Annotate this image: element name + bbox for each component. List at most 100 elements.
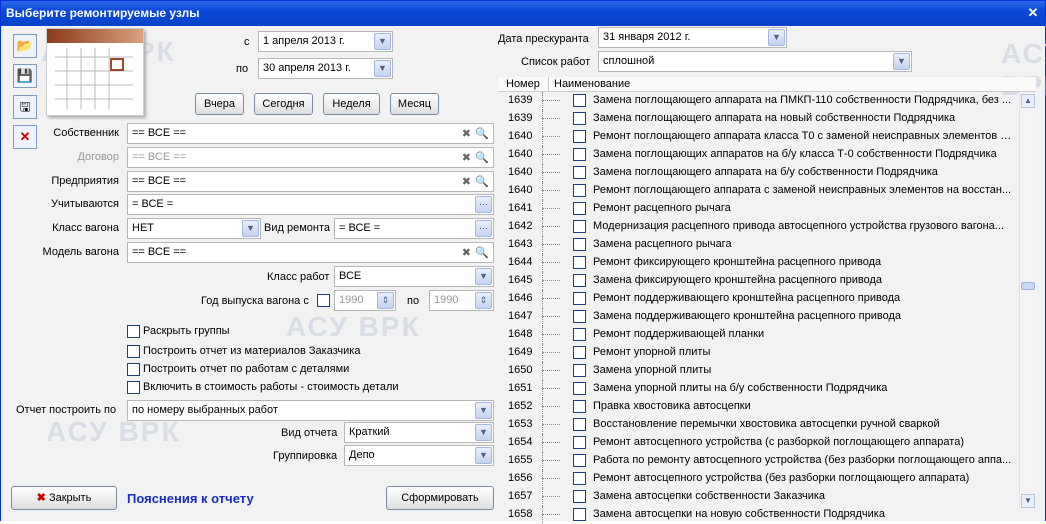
ellipsis-icon[interactable]: ⋯ (475, 220, 492, 237)
column-name[interactable]: Наименование (554, 78, 630, 90)
list-item[interactable]: 1639 Замена поглощающего аппарата на ПМКП… (498, 92, 1018, 110)
month-button[interactable]: Месяц (390, 93, 439, 115)
chevron-down-icon[interactable]: ▼ (242, 220, 259, 237)
search-icon[interactable]: 🔍 (475, 151, 489, 164)
row-checkbox[interactable] (573, 328, 586, 341)
year-from-field[interactable]: 1990 ⇕ (334, 290, 396, 311)
grouping-select[interactable]: Депо ▼ (344, 445, 494, 466)
clear-icon[interactable]: ✖ (462, 246, 471, 259)
option-checkbox[interactable] (127, 345, 140, 358)
row-checkbox[interactable] (573, 454, 586, 467)
list-item[interactable]: 1640 Ремонт поглощающего аппарата с замен… (498, 182, 1018, 200)
row-checkbox[interactable] (573, 112, 586, 125)
date-to-field[interactable]: 30 апреля 2013 г. ▼ (258, 58, 393, 79)
list-item[interactable]: 1655 Работа по ремонту автосцепного устро… (498, 452, 1018, 470)
repair-type-field[interactable]: = ВСЕ = ⋯ (334, 218, 494, 239)
row-checkbox[interactable] (573, 130, 586, 143)
list-item[interactable]: 1658 Замена автосцепки на новую собственн… (498, 506, 1018, 524)
year-checkbox[interactable] (317, 294, 330, 307)
search-icon[interactable]: 🔍 (475, 246, 489, 259)
list-item[interactable]: 1653 Восстановление перемычки хвостовика … (498, 416, 1018, 434)
scroll-thumb[interactable] (1021, 282, 1035, 290)
clear-icon[interactable]: ✖ (462, 175, 471, 188)
row-checkbox[interactable] (573, 238, 586, 251)
spinner-icon[interactable]: ⇕ (377, 292, 394, 309)
chevron-down-icon[interactable]: ▼ (475, 402, 492, 419)
option-checkbox[interactable] (127, 325, 140, 338)
list-item[interactable]: 1645 Замена фиксирующего кронштейна расце… (498, 272, 1018, 290)
option-checkbox[interactable] (127, 363, 140, 376)
clear-icon[interactable]: ✖ (462, 151, 471, 164)
row-checkbox[interactable] (573, 184, 586, 197)
chevron-down-icon[interactable]: ▼ (893, 53, 910, 70)
close-icon[interactable]: ✕ (1025, 5, 1041, 21)
chevron-down-icon[interactable]: ▼ (475, 424, 492, 441)
list-item[interactable]: 1650 Замена упорной плиты (498, 362, 1018, 380)
row-checkbox[interactable] (573, 436, 586, 449)
list-item[interactable]: 1646 Ремонт поддерживающего кронштейна ра… (498, 290, 1018, 308)
list-item[interactable]: 1648 Ремонт поддерживающей планки (498, 326, 1018, 344)
report-kind-select[interactable]: Краткий ▼ (344, 422, 494, 443)
build-button[interactable]: Сформировать (386, 486, 494, 510)
contract-field[interactable]: == ВСЕ == ✖ 🔍 (127, 147, 494, 168)
list-item[interactable]: 1644 Ремонт фиксирующего кронштейна расце… (498, 254, 1018, 272)
row-checkbox[interactable] (573, 292, 586, 305)
vertical-scrollbar[interactable]: ▲ ▼ (1019, 92, 1036, 510)
list-item[interactable]: 1642 Модернизация расцепного привода авто… (498, 218, 1018, 236)
open-icon[interactable]: 📂 (13, 34, 37, 58)
explain-link[interactable]: Пояснения к отчету (127, 491, 254, 506)
row-checkbox[interactable] (573, 382, 586, 395)
list-item[interactable]: 1656 Ремонт автосцепного устройства (без … (498, 470, 1018, 488)
list-item[interactable]: 1643 Замена расцепного рычага (498, 236, 1018, 254)
row-checkbox[interactable] (573, 346, 586, 359)
row-checkbox[interactable] (573, 94, 586, 107)
list-item[interactable]: 1639 Замена поглощающего аппарата на новы… (498, 110, 1018, 128)
column-number[interactable]: Номер (506, 78, 540, 90)
clear-icon[interactable]: ✖ (462, 127, 471, 140)
list-item[interactable]: 1640 Ремонт поглощающего аппарата класса … (498, 128, 1018, 146)
chevron-down-icon[interactable]: ▼ (768, 29, 785, 46)
row-checkbox[interactable] (573, 256, 586, 269)
save-as-icon[interactable]: 🖫 (13, 95, 37, 119)
owner-field[interactable]: == ВСЕ == ✖ 🔍 (127, 123, 494, 144)
chevron-down-icon[interactable]: ▼ (475, 268, 492, 285)
close-button[interactable]: ✖ Закрыть (11, 486, 117, 510)
spinner-icon[interactable]: ⇕ (475, 292, 492, 309)
list-item[interactable]: 1640 Замена поглощающего аппарата на б/у … (498, 164, 1018, 182)
chevron-down-icon[interactable]: ▼ (374, 60, 391, 77)
list-item[interactable]: 1640 Замена поглощающих аппаратов на б/у … (498, 146, 1018, 164)
list-item[interactable]: 1647 Замена поддерживающего кронштейна ра… (498, 308, 1018, 326)
row-checkbox[interactable] (573, 274, 586, 287)
save-icon[interactable]: 💾 (13, 64, 37, 88)
list-item[interactable]: 1652 Правка хвостовика автосцепки (498, 398, 1018, 416)
row-checkbox[interactable] (573, 148, 586, 161)
row-checkbox[interactable] (573, 418, 586, 431)
list-item[interactable]: 1657 Замена автосцепки собственности Зака… (498, 488, 1018, 506)
ellipsis-icon[interactable]: ⋯ (475, 196, 492, 213)
pricelist-date-field[interactable]: 31 января 2012 г. ▼ (598, 27, 787, 48)
row-checkbox[interactable] (573, 220, 586, 233)
row-checkbox[interactable] (573, 310, 586, 323)
build-by-select[interactable]: по номеру выбранных работ ▼ (127, 400, 494, 421)
scroll-down-icon[interactable]: ▼ (1021, 494, 1035, 508)
row-checkbox[interactable] (573, 400, 586, 413)
chevron-down-icon[interactable]: ▼ (475, 447, 492, 464)
list-item[interactable]: 1651 Замена упорной плиты на б/у собствен… (498, 380, 1018, 398)
option-checkbox[interactable] (127, 381, 140, 394)
search-icon[interactable]: 🔍 (475, 127, 489, 140)
chevron-down-icon[interactable]: ▼ (374, 33, 391, 50)
search-icon[interactable]: 🔍 (475, 175, 489, 188)
counted-field[interactable]: = ВСЕ = ⋯ (127, 194, 494, 215)
row-checkbox[interactable] (573, 472, 586, 485)
row-checkbox[interactable] (573, 202, 586, 215)
week-button[interactable]: Неделя (323, 93, 380, 115)
row-checkbox[interactable] (573, 490, 586, 503)
list-item[interactable]: 1654 Ремонт автосцепного устройства (с ра… (498, 434, 1018, 452)
scroll-up-icon[interactable]: ▲ (1021, 94, 1035, 108)
enterprise-field[interactable]: == ВСЕ == ✖ 🔍 (127, 171, 494, 192)
list-item[interactable]: 1641 Ремонт расцепного рычага (498, 200, 1018, 218)
wagon-class-select[interactable]: НЕТ ▼ (127, 218, 261, 239)
list-item[interactable]: 1649 Ремонт упорной плиты (498, 344, 1018, 362)
row-checkbox[interactable] (573, 364, 586, 377)
wagon-model-field[interactable]: == ВСЕ == ✖ 🔍 (127, 242, 494, 263)
